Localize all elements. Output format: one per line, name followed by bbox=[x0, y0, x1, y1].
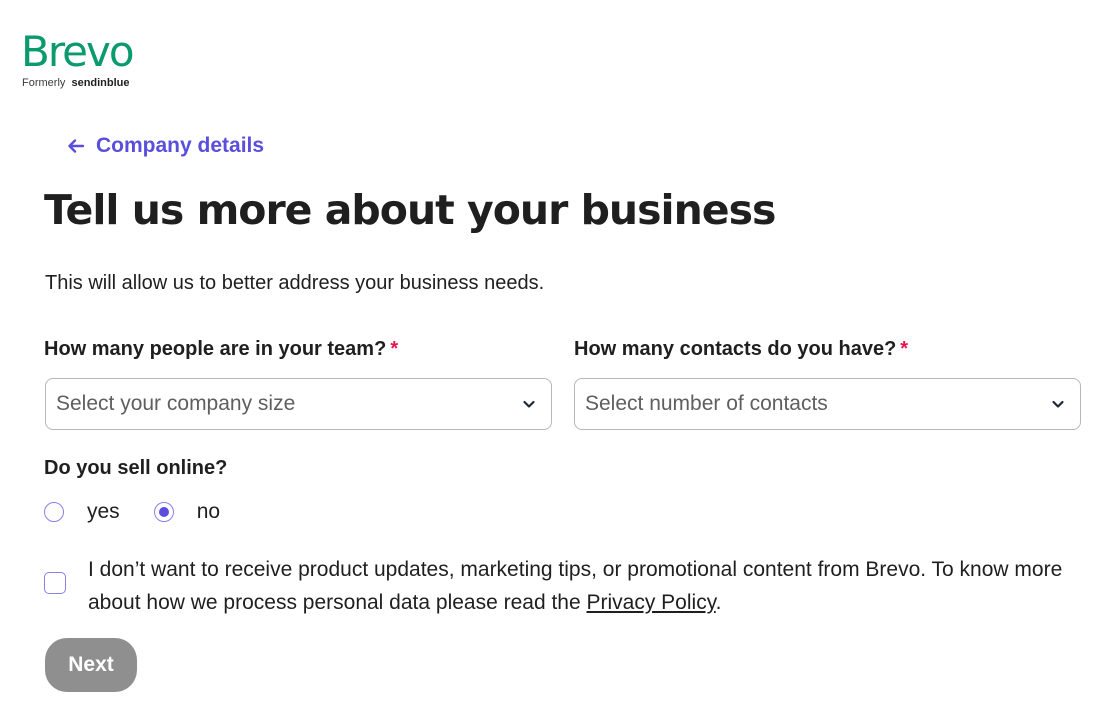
contacts-count-select[interactable]: Select number of contacts bbox=[574, 378, 1081, 430]
brevo-logo: Brevo Formerly sendinblue bbox=[21, 27, 135, 90]
next-button[interactable]: Next bbox=[45, 638, 137, 692]
opt-out-text-end: . bbox=[715, 591, 722, 614]
opt-out-text: I don’t want to receive product updates,… bbox=[88, 558, 1063, 614]
logo-former-brand: sendinblue bbox=[71, 77, 130, 89]
back-to-company-details-link[interactable]: Company details bbox=[66, 134, 264, 158]
chevron-down-icon bbox=[523, 400, 535, 408]
radio-no[interactable] bbox=[153, 502, 174, 522]
privacy-policy-link[interactable]: Privacy Policy bbox=[587, 591, 716, 614]
page-title: Tell us more about your business bbox=[44, 186, 776, 234]
team-size-label-text: How many people are in your team? bbox=[44, 338, 387, 360]
sell-online-radio-group: yes no bbox=[44, 500, 220, 524]
sell-online-label: Do you sell online? bbox=[44, 457, 228, 479]
contacts-count-placeholder: Select number of contacts bbox=[585, 392, 828, 415]
page-subtitle: This will allow us to better address you… bbox=[45, 272, 545, 294]
signup-page: Brevo Formerly sendinblue Company detail… bbox=[0, 0, 1116, 724]
radio-no-label[interactable]: no bbox=[197, 500, 220, 524]
back-link-label: Company details bbox=[96, 134, 265, 157]
required-marker: * bbox=[390, 338, 399, 360]
radio-yes[interactable] bbox=[44, 502, 64, 522]
required-marker: * bbox=[900, 338, 909, 360]
radio-selected-dot bbox=[158, 507, 169, 517]
contacts-label: How many contacts do you have? * bbox=[574, 338, 908, 361]
company-size-select[interactable]: Select your company size bbox=[45, 378, 552, 430]
company-size-placeholder: Select your company size bbox=[56, 392, 296, 415]
contacts-label-text: How many contacts do you have? bbox=[574, 338, 897, 360]
marketing-opt-out-text: I don’t want to receive product updates,… bbox=[88, 553, 1078, 619]
chevron-down-icon bbox=[1052, 400, 1064, 408]
marketing-opt-out-checkbox[interactable] bbox=[44, 572, 66, 594]
radio-yes-label[interactable]: yes bbox=[87, 500, 120, 524]
logo-tagline: Formerly sendinblue bbox=[21, 77, 133, 89]
marketing-opt-out-row: I don’t want to receive product updates,… bbox=[44, 553, 1078, 619]
logo-formerly-text: Formerly bbox=[22, 77, 66, 89]
logo-wordmark: Brevo bbox=[21, 27, 135, 76]
arrow-left-icon bbox=[68, 139, 85, 153]
team-size-label: How many people are in your team? * bbox=[44, 338, 398, 361]
